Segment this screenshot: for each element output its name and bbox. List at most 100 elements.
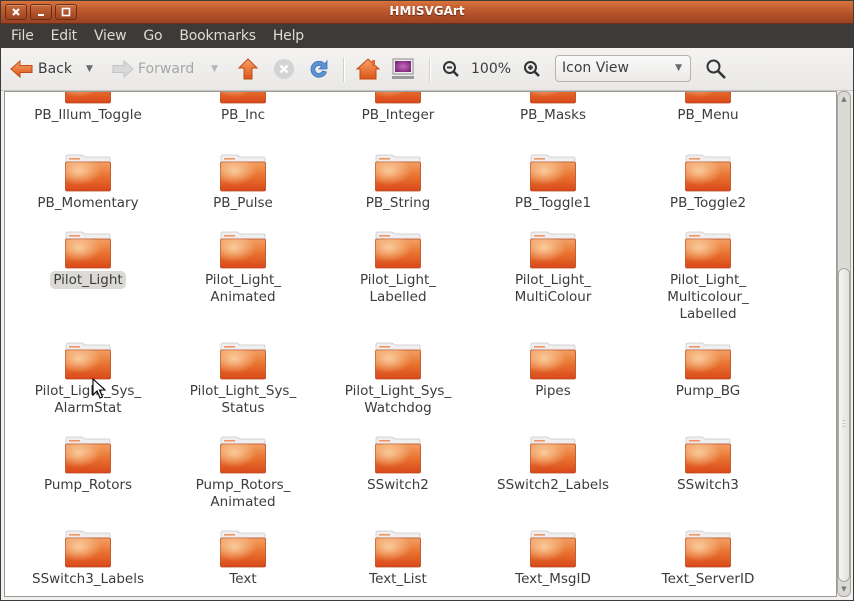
folder-name: Pilot_Light_ Multicolour_ Labelled bbox=[667, 272, 749, 322]
dropdown-arrow-icon: ▼ bbox=[211, 64, 218, 74]
folder-name: Pilot_Light_ MultiColour bbox=[514, 272, 592, 305]
folder-name: Pilot_Light_ Labelled bbox=[359, 272, 437, 305]
folder-name: Pilot_Light_Sys_ Status bbox=[189, 383, 297, 416]
menu-bar: File Edit View Go Bookmarks Help bbox=[1, 24, 853, 48]
folder-icon bbox=[375, 436, 421, 474]
menu-help[interactable]: Help bbox=[263, 28, 311, 44]
stop-icon bbox=[274, 59, 294, 79]
folder-name: PB_Pulse bbox=[213, 195, 273, 211]
menu-edit[interactable]: Edit bbox=[41, 28, 84, 44]
folder-icon bbox=[530, 231, 576, 269]
reload-button[interactable] bbox=[308, 48, 330, 90]
folder-name: PB_Momentary bbox=[37, 195, 139, 211]
folder-icon bbox=[220, 231, 266, 269]
stop-button[interactable] bbox=[273, 48, 295, 90]
back-history-dropdown[interactable]: ▼ bbox=[86, 48, 93, 90]
folder-icon bbox=[65, 436, 111, 474]
zoom-out-icon bbox=[443, 61, 459, 77]
arrow-left-icon bbox=[10, 59, 33, 79]
menu-go[interactable]: Go bbox=[133, 28, 169, 44]
folder-icon bbox=[685, 530, 731, 568]
folder-name: PB_Toggle1 bbox=[514, 195, 592, 211]
folder-name: SSwitch3 bbox=[677, 477, 739, 493]
folder-icon bbox=[530, 436, 576, 474]
dropdown-arrow-icon: ▼ bbox=[86, 64, 93, 74]
toolbar-separator bbox=[429, 58, 430, 82]
folder-icon bbox=[685, 92, 731, 104]
menu-view[interactable]: View bbox=[84, 28, 133, 44]
arrow-right-icon bbox=[112, 59, 134, 79]
folder-icon bbox=[65, 92, 111, 104]
folder-icon bbox=[220, 342, 266, 380]
folder-icon bbox=[220, 436, 266, 474]
folder-name: PB_String bbox=[365, 195, 431, 211]
folder-name: Text_ServerID bbox=[661, 571, 755, 587]
folder-name: Pump_BG bbox=[675, 383, 741, 399]
vertical-scrollbar[interactable]: ▲ – – – ▼ bbox=[837, 91, 851, 597]
folder-icon bbox=[530, 154, 576, 192]
home-icon bbox=[355, 58, 381, 80]
menu-bookmarks[interactable]: Bookmarks bbox=[169, 28, 262, 44]
folder-icon bbox=[65, 342, 111, 380]
folder-icon bbox=[375, 231, 421, 269]
folder-icon bbox=[530, 530, 576, 568]
zoom-out-button[interactable] bbox=[442, 48, 460, 90]
folder-icon bbox=[530, 342, 576, 380]
folder-name: SSwitch2_Labels bbox=[497, 477, 609, 493]
scroll-up-arrow-icon[interactable]: ▲ bbox=[838, 92, 850, 106]
menu-file[interactable]: File bbox=[1, 28, 41, 44]
folder-name: Pump_Rotors_ Animated bbox=[195, 477, 291, 510]
search-button[interactable] bbox=[705, 48, 727, 90]
window-title: HMISVGArt bbox=[389, 4, 465, 18]
folder-icon bbox=[685, 436, 731, 474]
view-mode-value: Icon View bbox=[562, 60, 629, 76]
zoom-in-icon bbox=[524, 61, 540, 77]
folder-name: SSwitch3_Labels bbox=[32, 571, 144, 587]
zoom-in-button[interactable] bbox=[523, 48, 541, 90]
folder-name: PB_Integer bbox=[361, 107, 435, 123]
folder-icon bbox=[685, 231, 731, 269]
folder-name: Pilot_Light_ Animated bbox=[204, 272, 282, 305]
search-icon bbox=[706, 59, 726, 79]
computer-icon bbox=[392, 58, 414, 79]
folder-name: Pilot_Light_Sys_ Watchdog bbox=[344, 383, 452, 416]
home-button[interactable] bbox=[355, 48, 381, 90]
folder-icon bbox=[375, 154, 421, 192]
view-mode-select[interactable]: Icon View ▼ bbox=[555, 55, 691, 82]
toolbar: Back ▼ Forward ▼ 100% Icon View ▼ bbox=[1, 48, 853, 91]
folder-name: Text_MsgID bbox=[515, 571, 591, 587]
folder-icon bbox=[220, 92, 266, 104]
file-icon-view[interactable]: PB_Illum_Toggle PB_Inc PB_Integer PB_Mas… bbox=[4, 91, 837, 597]
forward-button[interactable]: Forward bbox=[111, 48, 194, 90]
back-button[interactable]: Back bbox=[9, 48, 72, 90]
back-label: Back bbox=[38, 61, 72, 77]
folder-icon bbox=[530, 92, 576, 104]
arrow-up-icon bbox=[237, 58, 259, 80]
folder-icon bbox=[65, 231, 111, 269]
folder-name: PB_Inc bbox=[220, 107, 266, 123]
folder-icon bbox=[65, 530, 111, 568]
folder-icon bbox=[375, 530, 421, 568]
forward-label: Forward bbox=[138, 61, 195, 77]
folder-name: Text_List bbox=[369, 571, 427, 587]
reload-icon bbox=[310, 59, 328, 78]
folder-icon bbox=[220, 154, 266, 192]
folder-name: SSwitch2 bbox=[367, 477, 429, 493]
folder-icon bbox=[65, 154, 111, 192]
folder-icon bbox=[220, 530, 266, 568]
mouse-cursor-icon bbox=[92, 378, 106, 399]
up-button[interactable] bbox=[237, 48, 259, 90]
forward-history-dropdown[interactable]: ▼ bbox=[211, 48, 218, 90]
folder-name: PB_Masks bbox=[520, 107, 586, 123]
zoom-level: 100% bbox=[471, 61, 512, 77]
scroll-down-arrow-icon[interactable]: ▼ bbox=[838, 582, 850, 596]
folder-icon bbox=[375, 342, 421, 380]
folder-icon bbox=[375, 92, 421, 104]
chevron-down-icon: ▼ bbox=[675, 63, 682, 73]
computer-button[interactable] bbox=[391, 48, 415, 90]
folder-name: Pilot_Light bbox=[13, 271, 163, 289]
folder-name: Pilot_Light_Sys_ AlarmStat bbox=[34, 383, 142, 416]
toolbar-separator bbox=[343, 58, 344, 82]
scrollbar-thumb[interactable]: – – – bbox=[838, 268, 850, 582]
title-bar[interactable]: HMISVGArt bbox=[1, 1, 853, 24]
